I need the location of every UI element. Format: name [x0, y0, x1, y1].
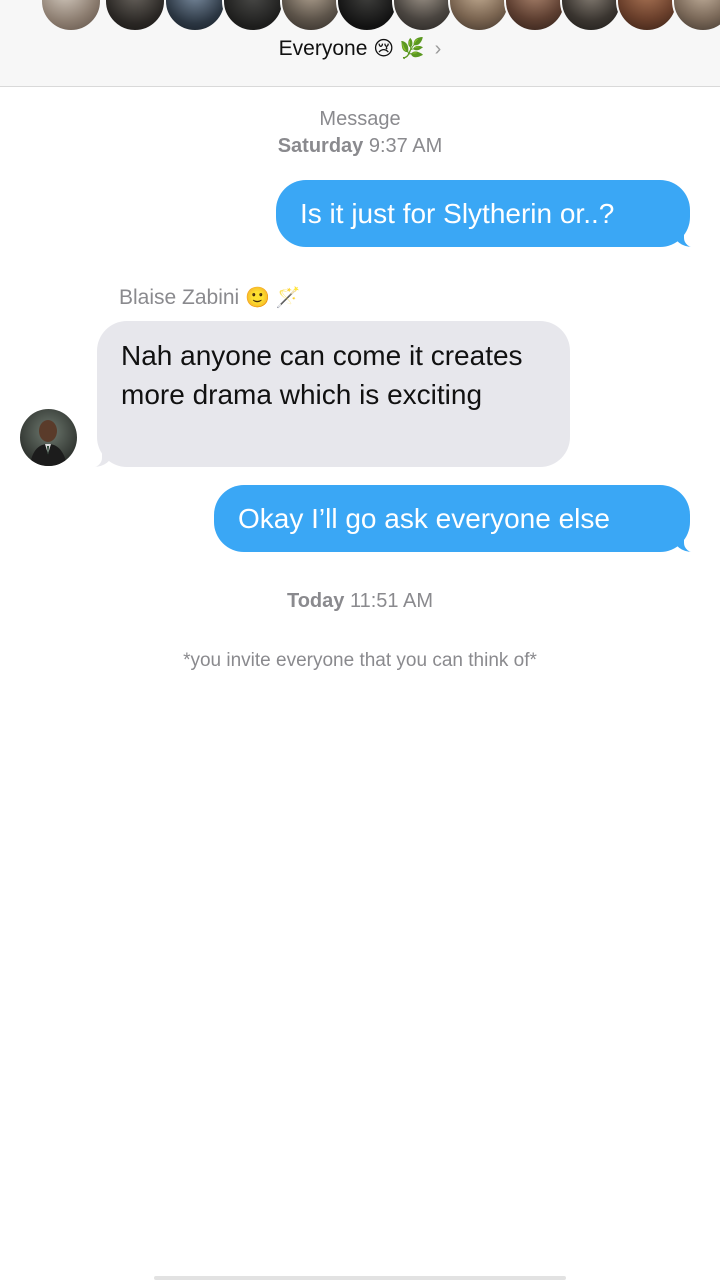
outgoing-message-bubble[interactable]: Okay I’ll go ask everyone else [214, 485, 690, 552]
timestamp-day: Saturday [277, 135, 364, 157]
member-avatar [164, 0, 226, 32]
member-avatar [448, 0, 510, 32]
avatar-photo-icon [20, 409, 77, 466]
member-avatar [336, 0, 398, 32]
crying-face-emoji: 😢 [373, 38, 395, 60]
magic-wand-emoji: 🪄 [275, 287, 301, 309]
chevron-right-icon: › [434, 38, 442, 60]
group-name-button[interactable]: Everyone 😢 🌿 › [0, 36, 720, 61]
service-label: Message [319, 108, 401, 130]
sender-name-label: Blaise Zabini [119, 286, 240, 309]
member-avatar [40, 0, 102, 32]
sender-name: Blaise Zabini 🙂 🪄 [119, 285, 301, 310]
member-avatar [560, 0, 622, 32]
member-avatar [616, 0, 678, 32]
home-indicator[interactable] [154, 1276, 566, 1280]
incoming-message-bubble[interactable]: Nah anyone can come it creates more dram… [97, 321, 570, 467]
member-avatar [504, 0, 566, 32]
member-avatar [672, 0, 720, 32]
member-avatar [392, 0, 454, 32]
timestamp-saturday: Saturday 9:37 AM [0, 135, 720, 158]
member-avatar [104, 0, 166, 32]
timestamp-today: Today 11:51 AM [0, 590, 720, 613]
outgoing-message-bubble[interactable]: Is it just for Slytherin or..? [276, 180, 690, 247]
sender-avatar[interactable] [20, 409, 77, 466]
group-name-label: Everyone [278, 37, 368, 60]
timestamp-day: Today [286, 590, 345, 612]
timestamp-time: 11:51 AM [349, 590, 433, 612]
imessage-group-chat-screen: Everyone 😢 🌿 › Message Saturday 9:37 AM … [0, 0, 720, 1280]
slight-smile-emoji: 🙂 [245, 287, 270, 309]
member-avatar [280, 0, 342, 32]
timestamp-time: 9:37 AM [368, 135, 443, 157]
chat-header: Everyone 😢 🌿 › [0, 0, 720, 87]
member-avatar [222, 0, 284, 32]
narration-text: *you invite everyone that you can think … [183, 650, 537, 671]
herb-emoji: 🌿 [399, 38, 425, 60]
group-member-avatars[interactable] [0, 0, 720, 32]
